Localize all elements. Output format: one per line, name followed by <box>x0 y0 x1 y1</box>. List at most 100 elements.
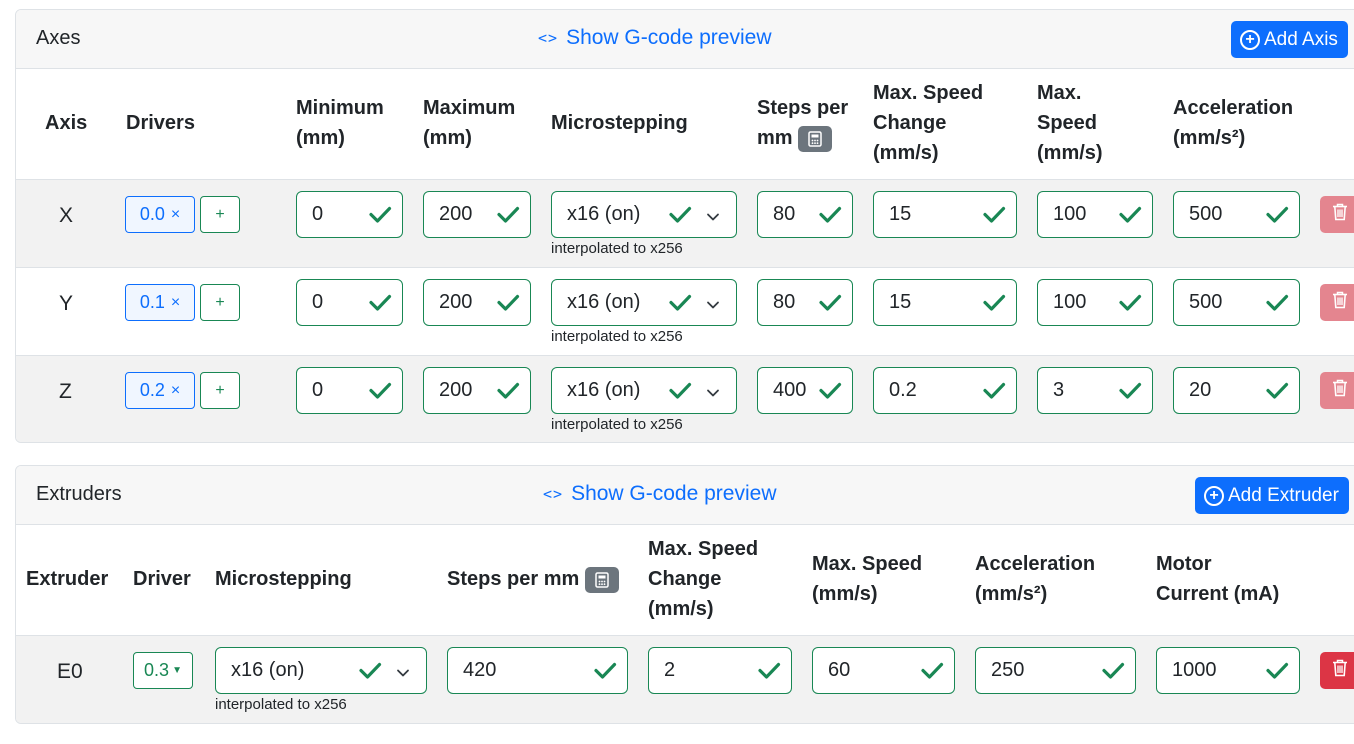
max-speed-input[interactable]: 3 <box>1037 367 1153 414</box>
th-current-line2: Current (mA) <box>1156 583 1280 605</box>
axis-name: X <box>59 204 74 227</box>
check-icon <box>496 202 520 226</box>
minimum-input-value: 0 <box>312 291 324 313</box>
ext-max-speed-input[interactable]: 60 <box>812 647 955 694</box>
acceleration-input[interactable]: 500 <box>1173 279 1300 326</box>
check-icon <box>1265 202 1289 226</box>
steps-per-mm-input[interactable]: 80 <box>757 279 853 326</box>
delete-extruder-button[interactable] <box>1320 652 1354 689</box>
axis-row: X 0.0 × + 0 200 x16 (on) interpolated to… <box>16 179 1354 267</box>
axis-row: Y 0.1 × + 0 200 x16 (on) interpolated to… <box>16 267 1354 355</box>
ext-acceleration-input[interactable]: 250 <box>975 647 1136 694</box>
delete-axis-button[interactable] <box>1320 196 1354 233</box>
steps-per-mm-input[interactable]: 400 <box>757 367 853 414</box>
driver-dropdown[interactable]: 0.3 ▼ <box>133 652 193 689</box>
check-icon <box>668 378 692 402</box>
code-icon: <> <box>543 485 564 503</box>
microstepping-select[interactable]: x16 (on) <box>551 367 737 414</box>
extruder-name: E0 <box>57 660 83 683</box>
microstepping-select[interactable]: x16 (on) <box>551 191 737 238</box>
ext-steps-per-mm-input[interactable]: 420 <box>447 647 628 694</box>
maximum-input[interactable]: 200 <box>423 191 531 238</box>
th-motor-current: Motor Current (mA) <box>1156 549 1279 609</box>
axis-name: Z <box>59 380 72 403</box>
extruders-title: Extruders <box>36 483 122 505</box>
driver-tag[interactable]: 0.0 × <box>125 196 195 233</box>
max-speed-change-input-value: 15 <box>889 291 912 313</box>
check-icon <box>1118 290 1142 314</box>
check-icon <box>1265 378 1289 402</box>
maximum-input[interactable]: 200 <box>423 279 531 326</box>
th-jerk-line3: (mm/s) <box>873 142 939 164</box>
th-jerk-line2: Change <box>873 112 947 134</box>
add-extruder-label: Add Extruder <box>1228 484 1339 506</box>
check-icon <box>1265 290 1289 314</box>
add-extruder-button[interactable]: + Add Extruder <box>1195 477 1349 514</box>
driver-tag[interactable]: 0.2 × <box>125 372 195 409</box>
check-icon <box>1101 658 1125 682</box>
th-axis: Axis <box>45 112 88 134</box>
check-icon <box>920 658 944 682</box>
steps-per-mm-input-value: 80 <box>773 291 796 313</box>
add-axis-button[interactable]: + Add Axis <box>1231 21 1348 58</box>
th-ext-steps-text: Steps per mm <box>447 568 580 590</box>
remove-driver-icon[interactable]: × <box>171 294 180 312</box>
th-ext-max-speed: Max. Speed (mm/s) <box>812 549 922 609</box>
th-speed-line1: Max. <box>1037 82 1082 104</box>
extruders-gcode-preview-link[interactable]: <> Show G-code preview <box>543 482 777 506</box>
th-maximum-line1: Maximum <box>423 97 516 119</box>
ext-max-speed-change-input[interactable]: 2 <box>648 647 792 694</box>
microstepping-select-value: x16 (on) <box>567 379 641 401</box>
maximum-input-value: 200 <box>439 203 473 225</box>
remove-driver-icon[interactable]: × <box>171 206 180 224</box>
max-speed-input[interactable]: 100 <box>1037 191 1153 238</box>
th-steps-line2: mm <box>757 123 848 153</box>
delete-axis-button[interactable] <box>1320 284 1354 321</box>
acceleration-input[interactable]: 20 <box>1173 367 1300 414</box>
microstepping-select[interactable]: x16 (on) <box>551 279 737 326</box>
th-ext-microstepping: Microstepping <box>215 568 352 590</box>
trash-icon <box>1332 291 1348 314</box>
maximum-input[interactable]: 200 <box>423 367 531 414</box>
minimum-input-value: 0 <box>312 379 324 401</box>
ext-acceleration-input-value: 250 <box>991 659 1025 681</box>
axes-gcode-preview-link[interactable]: <> Show G-code preview <box>538 26 772 50</box>
th-ext-acceleration: Acceleration (mm/s²) <box>975 549 1095 609</box>
check-icon <box>982 202 1006 226</box>
calculator-icon[interactable] <box>584 566 619 593</box>
max-speed-change-input[interactable]: 15 <box>873 279 1017 326</box>
motor-current-input[interactable]: 1000 <box>1156 647 1300 694</box>
max-speed-input[interactable]: 100 <box>1037 279 1153 326</box>
add-driver-button[interactable]: + <box>200 196 240 233</box>
trash-icon <box>1332 203 1348 226</box>
steps-per-mm-input-value: 400 <box>773 379 807 401</box>
th-extruder: Extruder <box>26 568 109 590</box>
check-icon <box>1265 658 1289 682</box>
th-drivers: Drivers <box>126 112 195 134</box>
calculator-icon[interactable] <box>798 125 833 152</box>
delete-axis-button[interactable] <box>1320 372 1354 409</box>
add-driver-button[interactable]: + <box>200 284 240 321</box>
plus-circle-icon: + <box>1204 485 1224 506</box>
ext-steps-per-mm-input-value: 420 <box>463 659 497 681</box>
minimum-input[interactable]: 0 <box>296 191 403 238</box>
axes-gcode-preview-label: Show G-code preview <box>566 26 772 49</box>
extruders-card: Extruders <> Show G-code preview + Add E… <box>15 465 1354 724</box>
acceleration-input[interactable]: 500 <box>1173 191 1300 238</box>
ext-microstepping-select[interactable]: x16 (on) <box>215 647 427 694</box>
chevron-down-icon <box>706 295 720 309</box>
check-icon <box>368 202 392 226</box>
max-speed-change-input[interactable]: 0.2 <box>873 367 1017 414</box>
acceleration-input-value: 20 <box>1189 379 1212 401</box>
max-speed-change-input[interactable]: 15 <box>873 191 1017 238</box>
remove-driver-icon[interactable]: × <box>171 382 180 400</box>
driver-tag[interactable]: 0.1 × <box>125 284 195 321</box>
minimum-input[interactable]: 0 <box>296 279 403 326</box>
check-icon <box>757 658 781 682</box>
th-max-speed: Max. Speed (mm/s) <box>1037 78 1103 168</box>
acceleration-input-value: 500 <box>1189 291 1223 313</box>
steps-per-mm-input[interactable]: 80 <box>757 191 853 238</box>
minimum-input[interactable]: 0 <box>296 367 403 414</box>
add-driver-button[interactable]: + <box>200 372 240 409</box>
check-icon <box>982 290 1006 314</box>
